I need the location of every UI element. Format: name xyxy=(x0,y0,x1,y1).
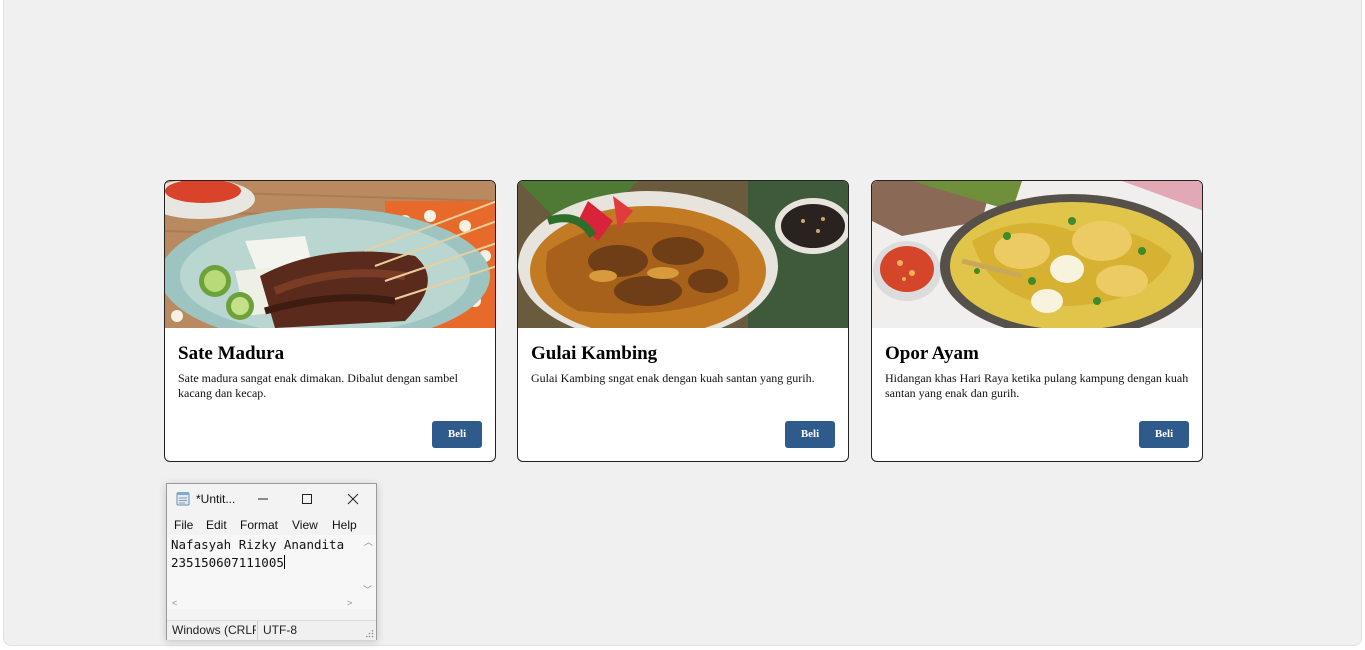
buy-button[interactable]: Beli xyxy=(1139,421,1189,448)
food-description: Gulai Kambing sngat enak dengan kuah san… xyxy=(531,371,815,385)
status-divider xyxy=(257,621,258,640)
horizontal-scrollbar[interactable]: < > xyxy=(167,598,360,611)
food-image-opor-ayam xyxy=(872,181,1202,328)
food-card-opor-ayam: Opor Ayam Hidangan khas Hari Raya ketika… xyxy=(871,180,1203,462)
food-card-sate-madura: Sate Madura Sate madura sangat enak dima… xyxy=(164,180,496,462)
notepad-title: *Untit... xyxy=(196,492,236,506)
notepad-statusbar: Windows (CRLF UTF-8 xyxy=(167,620,376,640)
food-image-gulai-kambing xyxy=(518,181,848,328)
buy-button[interactable]: Beli xyxy=(432,421,482,448)
scroll-left-icon[interactable]: < xyxy=(172,598,177,608)
maximize-icon xyxy=(302,494,312,504)
maximize-button[interactable] xyxy=(287,486,327,512)
minimize-button[interactable] xyxy=(243,486,283,512)
scroll-up-icon[interactable]: ︿ xyxy=(364,535,373,548)
notepad-menubar: File Edit Format View Help xyxy=(167,515,376,535)
menu-help[interactable]: Help xyxy=(332,518,357,532)
food-title: Sate Madura xyxy=(178,343,285,364)
resize-grip-icon[interactable] xyxy=(366,630,374,638)
menu-file[interactable]: File xyxy=(174,518,193,532)
scroll-right-icon[interactable]: > xyxy=(347,598,352,608)
notepad-text-area[interactable]: Nafasyah Rizky Anandita 235150607111005 … xyxy=(167,535,376,609)
scroll-down-icon[interactable]: ﹀ xyxy=(363,583,372,596)
menu-edit[interactable]: Edit xyxy=(206,518,227,532)
food-image-sate-madura xyxy=(165,181,495,328)
buy-button[interactable]: Beli xyxy=(785,421,835,448)
notepad-window[interactable]: *Untit... File Edit Format View Help Naf… xyxy=(166,483,377,640)
minimize-icon xyxy=(258,498,268,500)
food-title: Opor Ayam xyxy=(885,343,979,364)
text-caret xyxy=(283,555,285,569)
text-line: Nafasyah Rizky Anandita xyxy=(171,537,345,552)
food-description: Hidangan khas Hari Raya ketika pulang ka… xyxy=(885,371,1189,400)
encoding-status: UTF-8 xyxy=(263,623,297,637)
notepad-titlebar[interactable]: *Untit... xyxy=(167,484,376,514)
close-icon xyxy=(347,493,359,505)
notepad-content[interactable]: Nafasyah Rizky Anandita 235150607111005 xyxy=(171,536,359,572)
line-ending-status: Windows (CRLF xyxy=(172,623,256,637)
menu-format[interactable]: Format xyxy=(240,518,278,532)
food-card-gulai-kambing: Gulai Kambing Gulai Kambing sngat enak d… xyxy=(517,180,849,462)
notepad-app-icon xyxy=(176,492,190,506)
food-title: Gulai Kambing xyxy=(531,343,658,364)
close-button[interactable] xyxy=(333,486,373,512)
food-description: Sate madura sangat enak dimakan. Dibalut… xyxy=(178,371,458,400)
menu-view[interactable]: View xyxy=(292,518,318,532)
text-line: 235150607111005 xyxy=(171,555,284,570)
